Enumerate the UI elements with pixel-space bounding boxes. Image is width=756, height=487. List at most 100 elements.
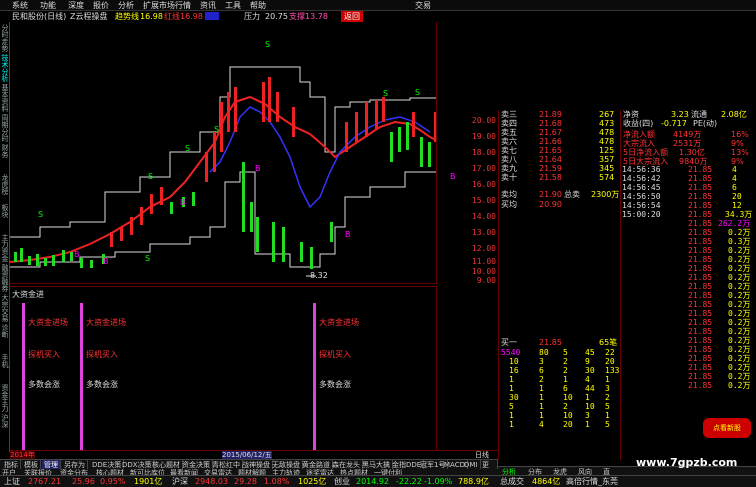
- left-tab-diagnose[interactable]: 诊断: [1, 324, 9, 352]
- trade-row: 21.85 0.2万: [688, 327, 751, 336]
- stock-title: 民和股份(日线): [12, 12, 67, 21]
- left-tab-tech[interactable]: 技术分析: [1, 54, 9, 82]
- sz-amount: 1025亿: [298, 477, 327, 486]
- trade-row: 21.85 0.2万: [688, 345, 751, 354]
- tick-row: 1 4 20 1 5: [509, 420, 610, 429]
- menu-bar: 系统 功能 深度 报价 分析 扩展市场行情 资讯 工具 帮助 交易: [0, 0, 756, 11]
- year-label: 2014年: [10, 451, 35, 459]
- cursor-date: 2015/06/12/五: [222, 451, 272, 459]
- left-tab-margin[interactable]: 融资融券: [1, 264, 9, 292]
- sell-row: 卖七 21.65 125: [501, 146, 615, 155]
- mostly-up-label: 多数会涨: [28, 380, 60, 389]
- tick-row: 16 6 2 30 133: [509, 366, 620, 375]
- sell-row: 卖十 21.58 574: [501, 173, 615, 182]
- support-label: 支撑: [289, 12, 305, 21]
- sell-row: 卖六 21.66 478: [501, 137, 615, 146]
- indicator-tab-strip: 指标 模板 管理 另存为 DDE决策 DDX决策 核心题材 资金决策 青松红中 …: [0, 459, 498, 480]
- trade-row: 21.85 0.2万: [688, 354, 751, 363]
- probe-buy-label-3: 探机买入: [319, 350, 351, 359]
- signal-s-1: S: [265, 40, 271, 49]
- red-candles: [110, 77, 436, 247]
- main-kline-chart[interactable]: 8.32 S S S B B S S B S S B B S B: [9, 22, 456, 284]
- left-tab-main-fund[interactable]: 主力资金: [1, 234, 9, 262]
- menu-extended-market[interactable]: 扩展市场行情: [143, 0, 191, 11]
- sh-value: 2767.21: [28, 477, 62, 486]
- price-tick: 18.00: [471, 148, 496, 157]
- sh-amount: 1901亿: [134, 477, 163, 486]
- total-value: 4864亿: [532, 477, 561, 486]
- tick-row: 5540 80 5 45 22: [501, 348, 615, 357]
- left-tab-dragon[interactable]: 龙虎榜: [1, 174, 9, 202]
- cy-label: 创业: [334, 477, 350, 486]
- pressure-label: 压力: [244, 12, 260, 21]
- menu-news[interactable]: 资讯: [200, 0, 216, 11]
- trade-row: 14:56:54 21.85 12: [622, 201, 742, 210]
- total-label: 总成交: [500, 477, 524, 486]
- summary-row: 收益(四) -0.717 PE(动): [623, 119, 718, 128]
- mostly-up-label-2: 多数会涨: [86, 380, 118, 389]
- avg-row: 卖均 21.90 总卖 2300万: [501, 190, 620, 199]
- trade-row: 21.85 0.2万: [688, 381, 751, 390]
- sh-label: 上证: [4, 477, 20, 486]
- left-tab-finance[interactable]: 财务: [1, 144, 9, 172]
- signal-b-3: B: [255, 164, 261, 173]
- sz-pct: 1.08%: [264, 477, 290, 486]
- left-tab-mobile[interactable]: 手机: [1, 354, 9, 382]
- pressure-value: 20.75: [265, 12, 288, 21]
- red-label: 红线: [164, 12, 180, 21]
- left-tab-timeshare[interactable]: 分时走势: [1, 24, 9, 52]
- sh-change: 25.96: [72, 477, 95, 486]
- trade-row: 21.85 0.3万: [688, 237, 751, 246]
- left-tab-sector[interactable]: 板块: [1, 204, 9, 232]
- promo-button[interactable]: 点看新股: [703, 418, 751, 438]
- menu-system[interactable]: 系统: [12, 0, 28, 11]
- stock-summary-header: [498, 11, 756, 110]
- tick-row: 12141: [509, 375, 610, 384]
- left-tab-basic[interactable]: 基本资料: [1, 84, 9, 112]
- signal-b-4: B: [103, 257, 109, 266]
- tick-row: 1 1 6 44 3: [509, 384, 610, 393]
- indicator-panel[interactable]: 大资金进 大资金进场 大资金进场 大资金进场 探机买入 探机买入 探机买入 多数…: [10, 286, 436, 451]
- menu-trade[interactable]: 交易: [415, 0, 431, 11]
- signal-b-2: B: [180, 198, 186, 207]
- menu-tools[interactable]: 工具: [225, 0, 241, 11]
- trading-app: 系统 功能 深度 报价 分析 扩展市场行情 资讯 工具 帮助 交易 民和股份(日…: [0, 0, 756, 487]
- menu-analysis[interactable]: 分析: [118, 0, 134, 11]
- big-fund-label: 大资金进场: [28, 318, 68, 327]
- back-button[interactable]: 返回: [341, 11, 363, 22]
- left-tab-hs[interactable]: 沪深: [1, 414, 9, 442]
- trade-row: 14:56:42 21.85 4: [622, 174, 737, 183]
- left-tab-block[interactable]: 大宗交易: [1, 294, 9, 322]
- menu-depth[interactable]: 深度: [68, 0, 84, 11]
- flow-row: 净流入额 4149万 16%: [623, 130, 749, 139]
- price-tick: 9.00: [476, 276, 496, 285]
- left-tab-period[interactable]: 周期分时: [1, 114, 9, 142]
- period-label[interactable]: 日线: [475, 451, 489, 459]
- sz-value: 2948.03: [195, 477, 229, 486]
- big-fund-label-2: 大资金进场: [86, 318, 126, 327]
- trade-row: 21.85 0.2万: [688, 318, 751, 327]
- summary-row: 净资 3.23 流通 2.08亿: [623, 110, 747, 119]
- template-name[interactable]: Z云程操盘: [70, 11, 107, 22]
- sell-row: 卖八 21.64 357: [501, 155, 615, 164]
- price-tick: 14.00: [471, 212, 496, 221]
- price-tick: 12.00: [471, 244, 496, 253]
- price-tick: 10.00: [471, 267, 496, 276]
- price-tick: 16.00: [471, 180, 496, 189]
- left-tab-fund[interactable]: 资金主力: [1, 384, 9, 412]
- red-value: 16.98: [180, 12, 203, 21]
- tick-row: 10 3 2 9 20: [509, 357, 615, 366]
- signal-s-2: S: [148, 172, 154, 181]
- tick-row: 1 1 10 3 1: [509, 411, 610, 420]
- trade-row: 21.85 0.2万: [688, 309, 751, 318]
- cy-change: -22.22: [396, 477, 422, 486]
- signal-b-6: B: [345, 230, 351, 239]
- menu-quote[interactable]: 报价: [93, 0, 109, 11]
- blue-marker: [205, 12, 219, 20]
- menu-function[interactable]: 功能: [40, 0, 56, 11]
- sell-row: 卖四 21.68 473: [501, 119, 615, 128]
- trade-row: 21.85 0.2万: [688, 363, 751, 372]
- signal-s-4: S: [38, 210, 44, 219]
- trade-row: 14:56:50 21.85 20: [622, 192, 742, 201]
- menu-help[interactable]: 帮助: [250, 0, 266, 11]
